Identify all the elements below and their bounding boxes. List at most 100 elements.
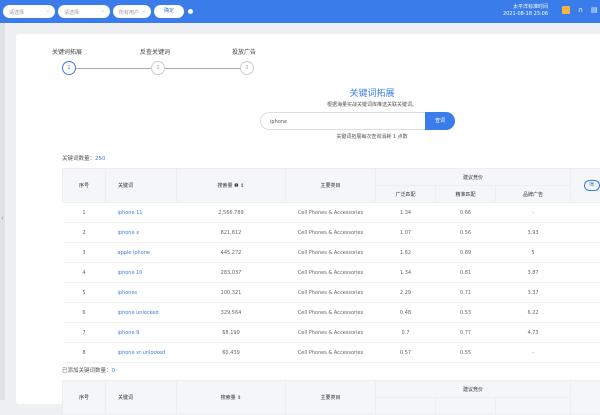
top-bar: 请选择⌄ 请选择⌄ 所有用户⌄ 确定 太平洋标准时间2021-08-18 23:… <box>0 0 600 23</box>
table-row: 5iphones100,321Cell Phones & Accessories… <box>63 283 600 303</box>
category: Cell Phones & Accessories <box>286 203 376 223</box>
search-button[interactable]: 查词 <box>425 112 455 130</box>
broad-bid: 1.34 <box>376 263 436 283</box>
table-row: 3apple iphone445,272Cell Phones & Access… <box>63 243 600 263</box>
category: Cell Phones & Accessories <box>286 283 376 303</box>
broad-bid: 0.7 <box>376 323 436 343</box>
header-brand: 品牌广告 <box>496 186 571 203</box>
headset-icon[interactable]: ∩ <box>578 6 583 14</box>
row-action-cell <box>571 323 600 343</box>
step-circle-1[interactable]: 1 <box>62 61 76 75</box>
header-bid: 建议竞价 <box>376 381 571 398</box>
row-action-cell <box>571 243 600 263</box>
header-volume[interactable]: 搜索量 ❶ ⇕ <box>177 169 286 203</box>
broad-bid: 1.07 <box>376 223 436 243</box>
added-count: 已添加关键词数量：0 <box>62 366 115 374</box>
keyword-link[interactable]: iphones <box>106 283 177 303</box>
header-broad: 广泛匹配 <box>376 186 436 203</box>
search-volume: 329,564 <box>177 303 286 323</box>
store-select-value: 请选择 <box>9 10 24 16</box>
keyword-link[interactable]: iphone unlocked <box>106 303 177 323</box>
step-label-1[interactable]: 关键词拓展 <box>52 47 82 56</box>
confirm-button[interactable]: 确定 <box>154 5 184 18</box>
brand-bid: 5 <box>496 243 571 263</box>
category: Cell Phones & Accessories <box>286 343 376 363</box>
sort-icon[interactable]: ⇕ <box>240 183 244 189</box>
row-action-cell <box>571 303 600 323</box>
row-index: 1 <box>63 203 106 223</box>
exact-bid: 0.81 <box>436 263 496 283</box>
header-extra <box>571 381 600 415</box>
row-index: 8 <box>63 343 106 363</box>
added-count-value: 0 <box>112 368 116 374</box>
store-select[interactable]: 请选择 ⌄ <box>3 5 55 18</box>
search-volume: 2,566,789 <box>177 203 286 223</box>
table-row: 6iphone unlocked329,564Cell Phones & Acc… <box>63 303 600 323</box>
chevron-down-icon: ⌄ <box>46 8 50 14</box>
category: Cell Phones & Accessories <box>286 243 376 263</box>
keyword-link[interactable]: iphone 10 <box>106 263 177 283</box>
keyword-count-value: 250 <box>95 156 106 162</box>
search-volume: 445,272 <box>177 243 286 263</box>
sort-icon[interactable]: ⇕ <box>237 395 241 401</box>
book-icon[interactable]: ▤ <box>591 6 598 14</box>
chevron-down-icon: ⌄ <box>142 8 146 14</box>
brand-bid: 6.22 <box>496 303 571 323</box>
category: Cell Phones & Accessories <box>286 323 376 343</box>
brand-bid: - <box>496 343 571 363</box>
user-select-value: 所有用户 <box>119 10 139 16</box>
header-bid: 建议竞价 <box>376 169 571 186</box>
exact-bid: 0.89 <box>436 243 496 263</box>
header-filter: 筛 <box>571 169 600 203</box>
header-volume-label: 搜索量 <box>221 395 236 401</box>
keyword-table: 序号关键词搜索量 ❶ ⇕主要类目建议竞价筛 广泛匹配精准匹配品牌广告 1ipho… <box>62 168 600 363</box>
keyword-link[interactable]: iphone x <box>106 223 177 243</box>
search-volume: 68,199 <box>177 323 286 343</box>
step-circle-3[interactable]: 3 <box>240 61 254 75</box>
header-index: 序号 <box>63 381 106 415</box>
search-volume: 283,037 <box>177 263 286 283</box>
broad-bid: 1.62 <box>376 243 436 263</box>
exact-bid: 0.56 <box>436 223 496 243</box>
exact-bid: 0.71 <box>436 283 496 303</box>
broad-bid: 2.29 <box>376 283 436 303</box>
search-volume: 60,439 <box>177 343 286 363</box>
search-volume: 821,812 <box>177 223 286 243</box>
gift-icon[interactable] <box>562 6 570 14</box>
table-row: 1iphone 112,566,789Cell Phones & Accesso… <box>63 203 600 223</box>
page-title: 关键词拓展 <box>272 86 472 99</box>
table-row: 7iphone 968,199Cell Phones & Accessories… <box>63 323 600 343</box>
brand-bid: 3.37 <box>496 283 571 303</box>
keyword-link[interactable]: apple iphone <box>106 243 177 263</box>
table-row: 8iphone xr unlocked60,439Cell Phones & A… <box>63 343 600 363</box>
search-volume: 100,321 <box>177 283 286 303</box>
category: Cell Phones & Accessories <box>286 263 376 283</box>
row-index: 7 <box>63 323 106 343</box>
user-select[interactable]: 所有用户⌄ <box>113 5 151 18</box>
step-connector <box>76 68 151 69</box>
info-icon: ❶ <box>234 183 238 189</box>
brand-bid: 3.87 <box>496 263 571 283</box>
brand-bid: 4.73 <box>496 323 571 343</box>
step-circle-2[interactable]: 2 <box>151 61 165 75</box>
chevron-down-icon: ⌄ <box>101 8 105 14</box>
site-select[interactable]: 请选择⌄ <box>58 5 110 18</box>
step-label-3[interactable]: 投放广告 <box>232 47 256 56</box>
header-category: 主要类目 <box>286 381 376 415</box>
exact-bid: 0.66 <box>436 203 496 223</box>
expand-sidebar-icon[interactable]: ‹ <box>1 215 3 222</box>
header-volume[interactable]: 搜索量 ⇕ <box>177 381 286 415</box>
step-label-2[interactable]: 反查关键词 <box>140 47 170 56</box>
row-action-cell <box>571 223 600 243</box>
keyword-link[interactable]: iphone 11 <box>106 203 177 223</box>
broad-bid: 1.34 <box>376 203 436 223</box>
brand-bid: - <box>496 203 571 223</box>
header-exact: 精准匹配 <box>436 186 496 203</box>
header-category: 主要类目 <box>286 169 376 203</box>
keyword-search-input[interactable]: iphone <box>260 112 426 130</box>
step-connector <box>165 68 240 69</box>
row-action-cell <box>571 283 600 303</box>
keyword-link[interactable]: iphone xr unlocked <box>106 343 177 363</box>
filter-button[interactable]: 筛 <box>584 180 600 191</box>
keyword-link[interactable]: iphone 9 <box>106 323 177 343</box>
